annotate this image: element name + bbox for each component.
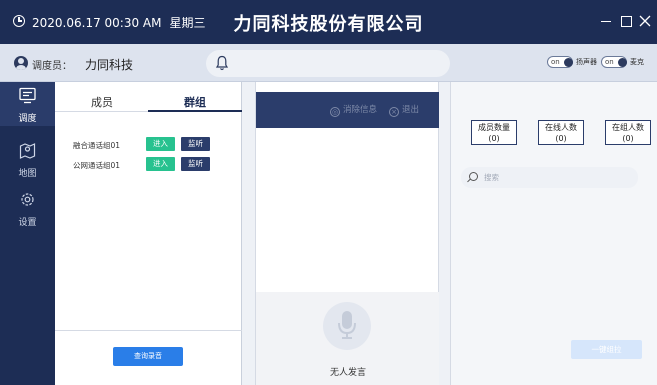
nav-item-dispatch[interactable]: 调度	[0, 82, 55, 126]
quit-button[interactable]: × 退出	[389, 103, 419, 117]
stat-label: 在组人数	[612, 123, 644, 132]
no-speaker-text: 无人发言	[329, 368, 366, 378]
member-tabs: 成员 群组	[55, 82, 242, 112]
dismiss-info-button[interactable]: ◎ 消除信息	[330, 103, 377, 117]
left-nav: 调度 地图 设置	[0, 82, 55, 385]
talk-panel: ◎ 消除信息 × 退出 无人发言	[255, 82, 440, 385]
stat-value: (0)	[555, 134, 567, 143]
mic-toggle-pill: on	[601, 56, 627, 68]
maximize-button[interactable]	[618, 13, 634, 29]
enter-button[interactable]: 进入	[146, 137, 175, 151]
member-count-box: 成员数量 (0)	[471, 120, 517, 145]
dismiss-info-label: 消除信息	[343, 105, 378, 115]
enter-button[interactable]: 进入	[146, 157, 175, 171]
talk-header: ◎ 消除信息 × 退出	[256, 92, 440, 128]
panel-divider	[55, 330, 242, 331]
group-name: 公网通话组01	[73, 161, 121, 170]
group-name: 融合通话组01	[73, 141, 121, 150]
quit-label: 退出	[402, 105, 420, 115]
toggle-knob	[564, 58, 573, 67]
dispatcher-name: 力同科技	[85, 58, 134, 72]
monitor-button[interactable]: 监听	[181, 137, 210, 151]
member-panel: 成员 群组 融合通话组01 进入 监听 公网通话组01 进入 监听 查询录音	[55, 82, 242, 385]
microphone-icon	[338, 311, 356, 339]
nav-item-map[interactable]: 地图	[0, 137, 55, 181]
user-icon	[14, 56, 28, 70]
monitor-button[interactable]: 监听	[181, 157, 210, 171]
one-key-pull-button[interactable]: 一键组拉	[571, 340, 642, 359]
stat-value: (0)	[488, 134, 500, 143]
microphone-button[interactable]	[323, 302, 371, 350]
tab-members[interactable]: 成员	[91, 94, 113, 110]
notification-area[interactable]	[206, 50, 450, 77]
nav-item-settings[interactable]: 设置	[0, 186, 55, 230]
minimize-button[interactable]	[598, 13, 614, 29]
search-icon	[469, 172, 478, 181]
tab-groups[interactable]: 群组	[184, 94, 206, 110]
panel-gap	[439, 82, 450, 385]
user-bar: 调度员： 力同科技 on 扬声器 on 麦克	[0, 44, 657, 82]
title-bar: 2020.06.17 00:30 AM 星期三 力同科技股份有限公司	[0, 0, 657, 44]
toggle-knob	[618, 58, 627, 67]
close-icon	[639, 15, 651, 27]
app-title: 力同科技股份有限公司	[233, 14, 424, 35]
close-circle-icon: ×	[389, 107, 399, 117]
active-tab-indicator	[148, 110, 242, 112]
nav-item-label: 地图	[18, 169, 37, 179]
speaker-toggle-state: on	[551, 58, 560, 66]
dispatch-icon	[19, 87, 36, 104]
bell-icon	[216, 55, 228, 71]
talk-footer: 无人发言	[256, 292, 440, 385]
list-item: 融合通话组01 进入 监听	[55, 137, 242, 155]
query-recording-button[interactable]: 查询录音	[113, 347, 183, 366]
dismiss-icon: ◎	[330, 107, 340, 117]
dispatcher-label: 调度员：	[32, 61, 72, 72]
ingroup-count-box: 在组人数 (0)	[605, 120, 651, 145]
stat-label: 在线人数	[545, 123, 577, 132]
nav-item-label: 调度	[18, 114, 37, 124]
map-icon	[19, 143, 36, 159]
stats-panel: 成员数量 (0) 在线人数 (0) 在组人数 (0) 一键组拉	[450, 82, 657, 385]
search-input[interactable]	[484, 170, 624, 185]
nav-item-label: 设置	[18, 218, 37, 228]
mic-toggle-state: on	[605, 58, 614, 66]
stat-label: 成员数量	[478, 123, 510, 132]
close-button[interactable]	[637, 13, 653, 29]
list-item: 公网通话组01 进入 监听	[55, 157, 242, 175]
online-count-box: 在线人数 (0)	[538, 120, 584, 145]
panel-gap	[242, 82, 255, 385]
search-box	[461, 167, 638, 188]
mic-toggle-label: 麦克	[630, 58, 644, 66]
gear-icon	[21, 193, 34, 206]
speaker-toggle-label: 扬声器	[576, 58, 597, 66]
speaker-toggle-pill: on	[547, 56, 573, 68]
stat-value: (0)	[622, 134, 634, 143]
